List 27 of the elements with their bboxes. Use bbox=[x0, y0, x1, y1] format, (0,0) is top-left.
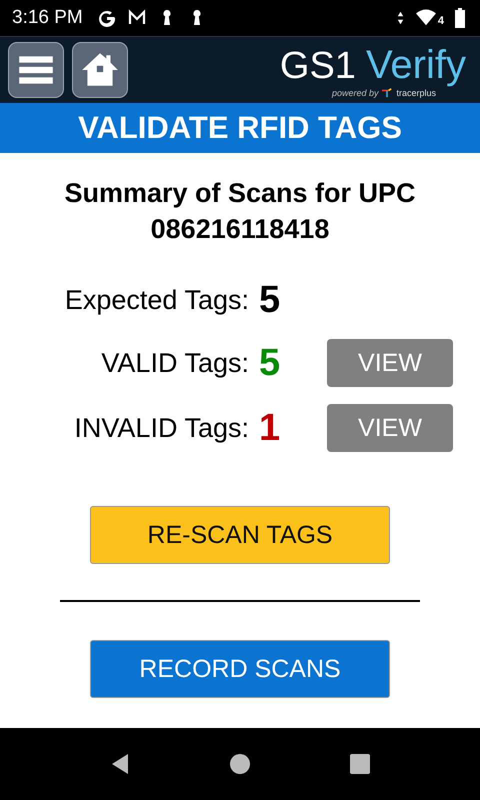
home-circle-icon[interactable] bbox=[228, 752, 252, 776]
network-type-label: 4 bbox=[438, 15, 444, 27]
view-button[interactable]: VIEW bbox=[327, 339, 453, 387]
wifi-icon bbox=[414, 9, 437, 27]
clock: 3:16 PM bbox=[12, 7, 83, 29]
count-label: Expected Tags: bbox=[64, 285, 250, 316]
logo-product: Verify bbox=[366, 42, 466, 88]
menu-button[interactable] bbox=[8, 42, 64, 98]
google-g-icon bbox=[96, 8, 117, 28]
tracerplus-mark-icon bbox=[381, 88, 394, 98]
logo-brand: GS1 bbox=[280, 44, 356, 88]
rescan-button[interactable]: RE-SCAN TAGS bbox=[90, 506, 390, 564]
home-button[interactable] bbox=[72, 42, 128, 98]
count-label: INVALID Tags: bbox=[73, 412, 250, 444]
summary-heading: Summary of Scans for UPC 086216118418 bbox=[63, 177, 417, 246]
data-arrows-icon bbox=[396, 9, 405, 27]
partner-name: tracerplus bbox=[396, 88, 436, 98]
count-value: 5 bbox=[259, 342, 282, 384]
record-scans-button[interactable]: RECORD SCANS bbox=[90, 640, 390, 698]
powered-by-text: powered by bbox=[332, 88, 378, 98]
view-button[interactable]: VIEW bbox=[327, 404, 453, 452]
count-value: 5 bbox=[259, 279, 282, 322]
screen-title: VALIDATE RFID TAGS bbox=[0, 103, 480, 153]
count-value: 1 bbox=[259, 406, 282, 450]
battery-icon bbox=[454, 7, 466, 29]
count-label: VALID Tags: bbox=[100, 348, 250, 378]
recents-icon[interactable] bbox=[348, 752, 372, 776]
